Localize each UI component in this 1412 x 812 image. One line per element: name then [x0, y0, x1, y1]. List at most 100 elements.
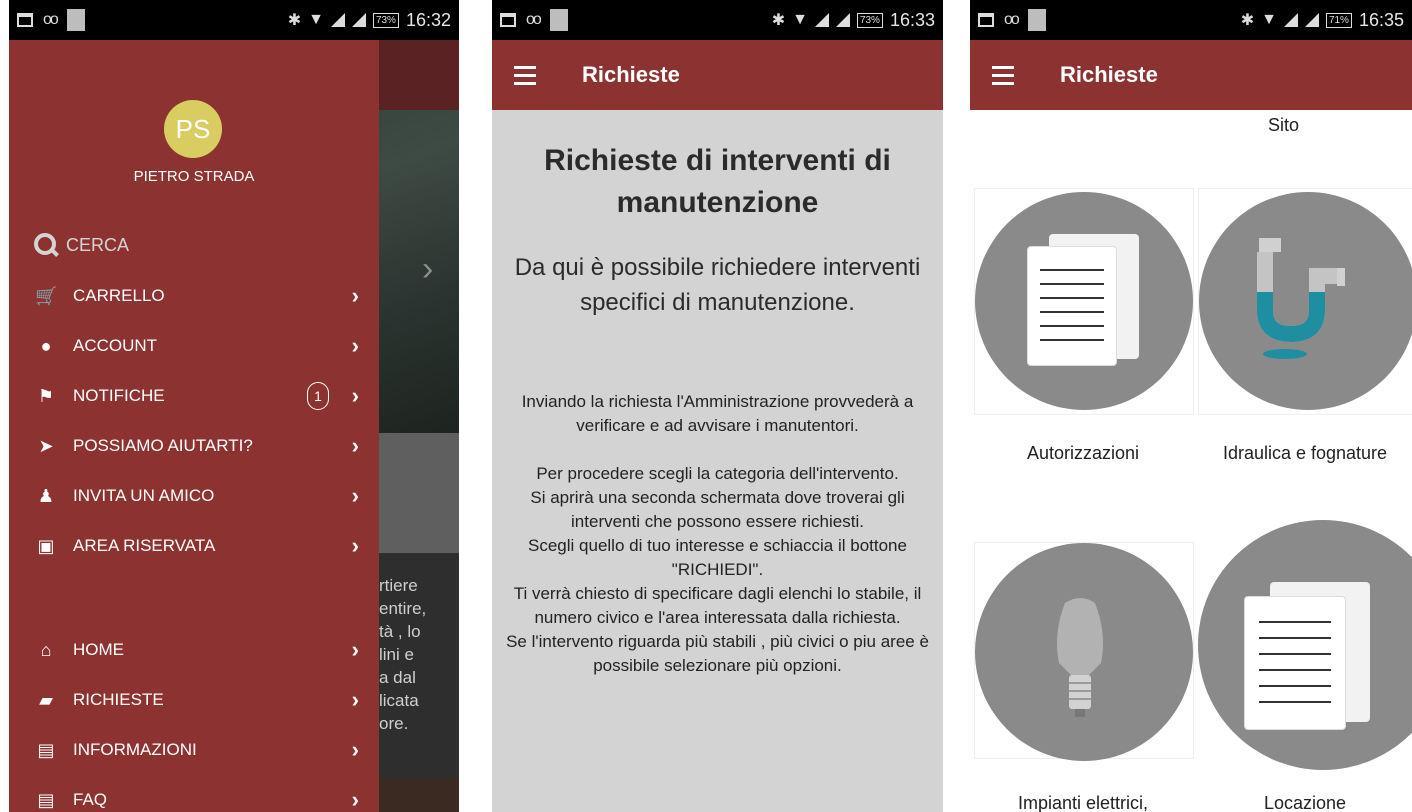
menu-icon[interactable] — [992, 65, 1014, 85]
category-label: Locazione — [1263, 793, 1347, 812]
voicemail-icon: oo — [43, 11, 59, 28]
notification-square-icon — [66, 9, 85, 31]
menu-item-label: HOME — [73, 640, 124, 659]
menu-item-label: CARRELLO — [73, 286, 165, 305]
menu-item-label: RICHIESTE — [73, 690, 164, 709]
background-text-line: a dal — [379, 668, 416, 687]
menu-item-label: INVITA UN AMICO — [73, 486, 215, 505]
flag-icon: ⚑ — [37, 385, 55, 406]
status-bar: oo ✱ ▼ 73% 16:33 — [492, 0, 943, 40]
info-paragraph: Scegli quello di tuo interesse e schiacc… — [528, 536, 907, 579]
category-tile-locazione[interactable] — [1198, 520, 1412, 770]
menu-item-label: FAQ — [73, 790, 108, 809]
bluetooth-icon: ✱ — [287, 12, 302, 29]
background-text-line: lini e — [379, 645, 414, 664]
document-icon: ▤ — [37, 739, 55, 760]
carousel-next-icon[interactable]: › — [422, 250, 433, 289]
documents-icon — [975, 192, 1193, 410]
category-label-partial: Sito — [1268, 115, 1300, 135]
chevron-right-icon: › — [351, 687, 359, 712]
category-grid: Sito Autorizzazioni Idraulica e fognatur… — [970, 110, 1412, 812]
wifi-icon: ▼ — [1261, 11, 1277, 28]
battery-indicator: 71% — [1325, 12, 1352, 28]
info-paragraph: Se l'intervento riguarda più stabili , p… — [506, 632, 929, 675]
status-bar: oo ✱ ▼ 73% 16:32 — [9, 0, 459, 40]
page-title: Richieste — [1060, 62, 1158, 87]
menu-item-richieste[interactable]: ▰ RICHIESTE › — [9, 675, 379, 725]
info-paragraph: Ti verrà chiesto di specificare dagli el… — [513, 584, 922, 627]
info-paragraph: Si aprirà una seconda schermata dove tro… — [530, 488, 905, 531]
category-label: Autorizzazioni — [1026, 443, 1140, 463]
paper-plane-icon: ➤ — [38, 435, 54, 456]
category-tile-idraulica[interactable] — [1198, 188, 1412, 415]
menu-item-carrello[interactable]: 🛒 CARRELLO › — [9, 271, 379, 321]
battery-indicator: 73% — [372, 12, 399, 28]
chevron-right-icon: › — [351, 737, 359, 762]
background-text-line: entire, — [379, 599, 427, 618]
signal-icon — [330, 13, 345, 27]
menu-item-informazioni[interactable]: ▤ INFORMAZIONI › — [9, 725, 379, 775]
status-bar: oo ✱ ▼ 71% 16:35 — [970, 0, 1412, 40]
background-text-line: rtiere — [379, 576, 418, 595]
menu-item-possiamo-aiutarti[interactable]: ➤ POSSIAMO AIUTARTI? › — [9, 421, 379, 471]
cart-icon: 🛒 — [35, 285, 58, 306]
menu-item-invita-un-amico[interactable]: ♟ INVITA UN AMICO › — [9, 471, 379, 521]
chevron-right-icon: › — [351, 433, 359, 458]
info-paragraph: Inviando la richiesta l'Amministrazione … — [521, 392, 914, 435]
chevron-right-icon: › — [351, 787, 359, 812]
menu-item-area-riservata[interactable]: ▣ AREA RISERVATA › — [9, 521, 379, 571]
notification-badge: 1 — [307, 382, 329, 410]
avatar[interactable]: PS — [164, 100, 222, 158]
menu-item-home[interactable]: ⌂ HOME › — [9, 625, 379, 675]
menu-item-label: INFORMAZIONI — [73, 740, 197, 759]
menu-item-label: AREA RISERVATA — [73, 536, 216, 555]
clock: 16:35 — [1358, 9, 1404, 30]
background-text-line: licata — [379, 691, 419, 710]
signal-icon — [1304, 13, 1319, 27]
person-icon: ● — [40, 335, 52, 356]
people-icon: ♟ — [37, 485, 55, 506]
info-subheading: Da qui è possibile richiedere interventi… — [514, 254, 921, 316]
phone-screen-info: oo ✱ ▼ 73% 16:33 Richieste Richieste di … — [492, 0, 943, 812]
search-button[interactable]: CERCA — [34, 233, 129, 257]
chevron-right-icon: › — [351, 533, 359, 558]
menu-item-label: ACCOUNT — [73, 336, 158, 355]
signal-icon — [351, 13, 366, 27]
menu-item-notifiche[interactable]: ⚑ NOTIFICHE 1 › — [9, 371, 379, 421]
voicemail-icon: oo — [1004, 11, 1020, 28]
wifi-icon: ▼ — [792, 11, 808, 28]
background-text: rtiere entire, tà , lo lini e a dal lica… — [379, 574, 426, 735]
voicemail-icon: oo — [526, 11, 542, 28]
chevron-right-icon: › — [351, 483, 359, 508]
wifi-icon: ▼ — [308, 11, 324, 28]
menu-item-label: NOTIFICHE — [73, 386, 165, 405]
page-title: Richieste — [582, 62, 680, 87]
menu-item-label: POSSIAMO AIUTARTI? — [73, 436, 253, 455]
document-icon: ▤ — [37, 789, 55, 810]
category-label: Impianti elettrici, — [1017, 793, 1149, 812]
info-paragraph: Per procedere scegli la categoria dell'i… — [536, 464, 899, 483]
phone-screen-drawer: oo ✱ ▼ 73% 16:32 › rtiere entire, tà , l… — [9, 0, 459, 812]
menu-item-account[interactable]: ● ACCOUNT › — [9, 321, 379, 371]
app-bar: Richieste — [492, 40, 943, 110]
calendar-icon — [500, 13, 516, 27]
category-tile-autorizzazioni[interactable] — [974, 188, 1194, 415]
clock: 16:33 — [889, 9, 935, 30]
bluetooth-icon: ✱ — [771, 12, 786, 29]
signal-icon — [835, 13, 850, 27]
menu-item-faq[interactable]: ▤ FAQ › — [9, 775, 379, 812]
chevron-right-icon: › — [351, 383, 359, 408]
info-body: Inviando la richiesta l'Amministrazione … — [497, 390, 938, 678]
chevron-right-icon: › — [351, 283, 359, 308]
info-heading: Richieste di interventi di manutenzione — [544, 144, 891, 219]
pipe-icon — [1199, 192, 1412, 410]
info-panel: Richieste di interventi di manutenzione … — [492, 110, 943, 812]
menu-icon[interactable] — [514, 65, 536, 85]
category-tile-impianti-elettrici[interactable] — [974, 542, 1194, 761]
battery-indicator: 73% — [856, 12, 883, 28]
calendar-icon — [17, 13, 33, 27]
chevron-right-icon: › — [351, 637, 359, 662]
user-name: PIETRO STRADA — [133, 168, 255, 185]
bluetooth-icon: ✱ — [1240, 12, 1255, 29]
navigation-drawer: PS PIETRO STRADA CERCA 🛒 CARRELLO › ● AC… — [9, 40, 379, 812]
